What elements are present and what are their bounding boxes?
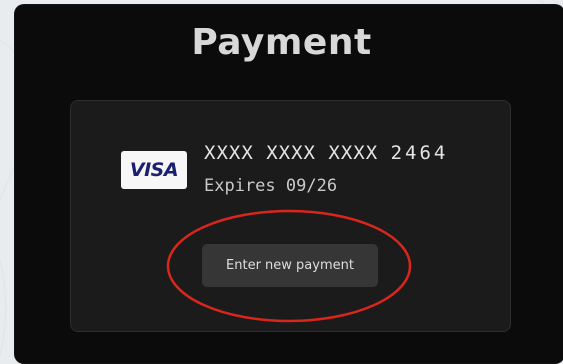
visa-logo-icon: VISA: [121, 151, 187, 189]
card-number: XXXX XXXX XXXX 2464: [204, 142, 448, 164]
card-number-masked: XXXX XXXX XXXX: [204, 142, 379, 164]
saved-card: VISA XXXX XXXX XXXX 2464 Expires 09/26 E…: [70, 100, 511, 332]
page-title: Payment: [191, 22, 372, 63]
card-last4: 2464: [390, 142, 449, 164]
enter-new-payment-button[interactable]: Enter new payment: [202, 244, 378, 287]
card-expiry: Expires 09/26: [204, 176, 338, 196]
